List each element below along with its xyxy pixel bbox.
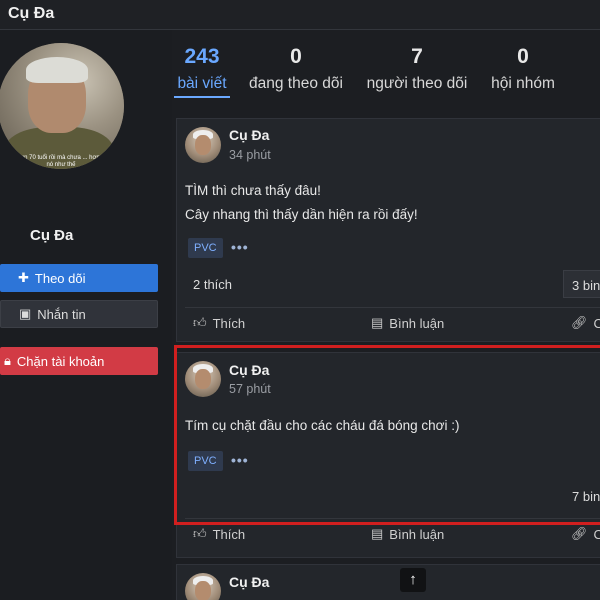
divider [185,307,600,308]
profile-avatar[interactable]: ...nay hơn 70 tuổi rồi mà chưa ... hợp n… [0,43,124,169]
lock-icon: 🔒︎ [4,353,11,368]
comment-button[interactable]: ▤ Bình luận [371,315,444,331]
profile-name: Cụ Đa [30,227,74,244]
share-button[interactable]: 🔗︎ C [571,526,600,542]
post-time[interactable]: 34 phút [229,148,271,162]
chat-icon: ▣ [19,306,32,321]
like-button[interactable]: 👍︎ Thích [193,315,245,331]
stat-posts-count: 243 [184,45,220,68]
stat-followers[interactable]: 7 người theo dõi [362,44,472,94]
post-author-avatar[interactable] [185,127,221,163]
stat-following-label: đang theo dõi [249,75,343,92]
post-text-line: Cây nhang thì thấy dần hiện ra rồi đấy! [185,207,418,222]
comment-button-label: Bình luận [389,315,445,331]
like-button[interactable]: 👍︎ Thích [193,526,245,542]
stat-following-count: 0 [290,45,302,68]
stat-groups[interactable]: 0 hội nhóm [488,44,558,94]
comment-icon: ▤ [371,526,384,541]
post-text-line: TÌM thì chưa thấy đâu! [185,183,321,198]
profile-stats: 243 bài viết 0 đang theo dõi 7 người the… [172,30,600,110]
comment-button-label: Bình luận [389,526,445,542]
share-button-label: C [593,526,600,542]
avatar-caption: ...nay hơn 70 tuổi rồi mà chưa ... hợp n… [0,155,122,168]
block-account-label: Chặn tài khoản [16,353,105,369]
stat-groups-count: 0 [517,45,529,68]
post-author-name[interactable]: Cụ Đa [229,574,269,590]
user-plus-icon: ✚ [18,270,29,285]
link-icon: 🔗︎ [571,526,588,541]
post-card: Cụ Đa 34 phút TÌM thì chưa thấy đâu! Cây… [176,118,600,342]
stat-posts-label: bài viết [177,75,227,92]
highlight-box [174,345,600,525]
like-button-label: Thích [212,315,246,331]
share-button[interactable]: 🔗︎ C [571,315,600,331]
message-button-label: Nhắn tin [37,306,86,322]
comment-button[interactable]: ▤ Bình luận [371,526,444,542]
post-tag[interactable]: PVC [188,238,223,258]
profile-sidebar: ...nay hơn 70 tuổi rồi mà chưa ... hợp n… [0,30,172,600]
more-options-icon[interactable]: ••• [231,239,249,255]
like-count[interactable]: 2 thích [193,277,232,292]
message-button[interactable]: ▣ Nhắn tin [0,300,158,328]
stat-posts[interactable]: 243 bài viết [174,44,230,98]
post-card: Cụ Đa [176,564,600,600]
link-icon: 🔗︎ [571,315,588,330]
stat-followers-label: người theo dõi [366,75,468,92]
post-author-avatar[interactable] [185,573,221,600]
like-button-label: Thích [212,526,246,542]
comment-count: 3 bin [572,278,600,293]
post-author-name[interactable]: Cụ Đa [229,127,269,143]
thumbs-up-icon: 👍︎ [193,526,207,541]
active-tab-underline [174,96,230,98]
thumbs-up-icon: 👍︎ [193,315,207,330]
arrow-up-icon[interactable]: ↑ [400,568,426,592]
top-bar: Cụ Đa [0,0,600,30]
share-button-label: C [593,315,600,331]
stat-following[interactable]: 0 đang theo dõi [246,44,346,94]
comment-icon: ▤ [371,315,384,330]
comment-count-box[interactable]: 3 bin [563,270,600,298]
follow-button-label: Theo dõi [34,270,86,286]
block-account-button[interactable]: 🔒︎ Chặn tài khoản [0,347,158,375]
follow-button[interactable]: ✚ Theo dõi [0,264,158,292]
stat-followers-count: 7 [411,45,423,68]
page-title: Cụ Đa [8,5,55,22]
stat-groups-label: hội nhóm [491,75,555,92]
